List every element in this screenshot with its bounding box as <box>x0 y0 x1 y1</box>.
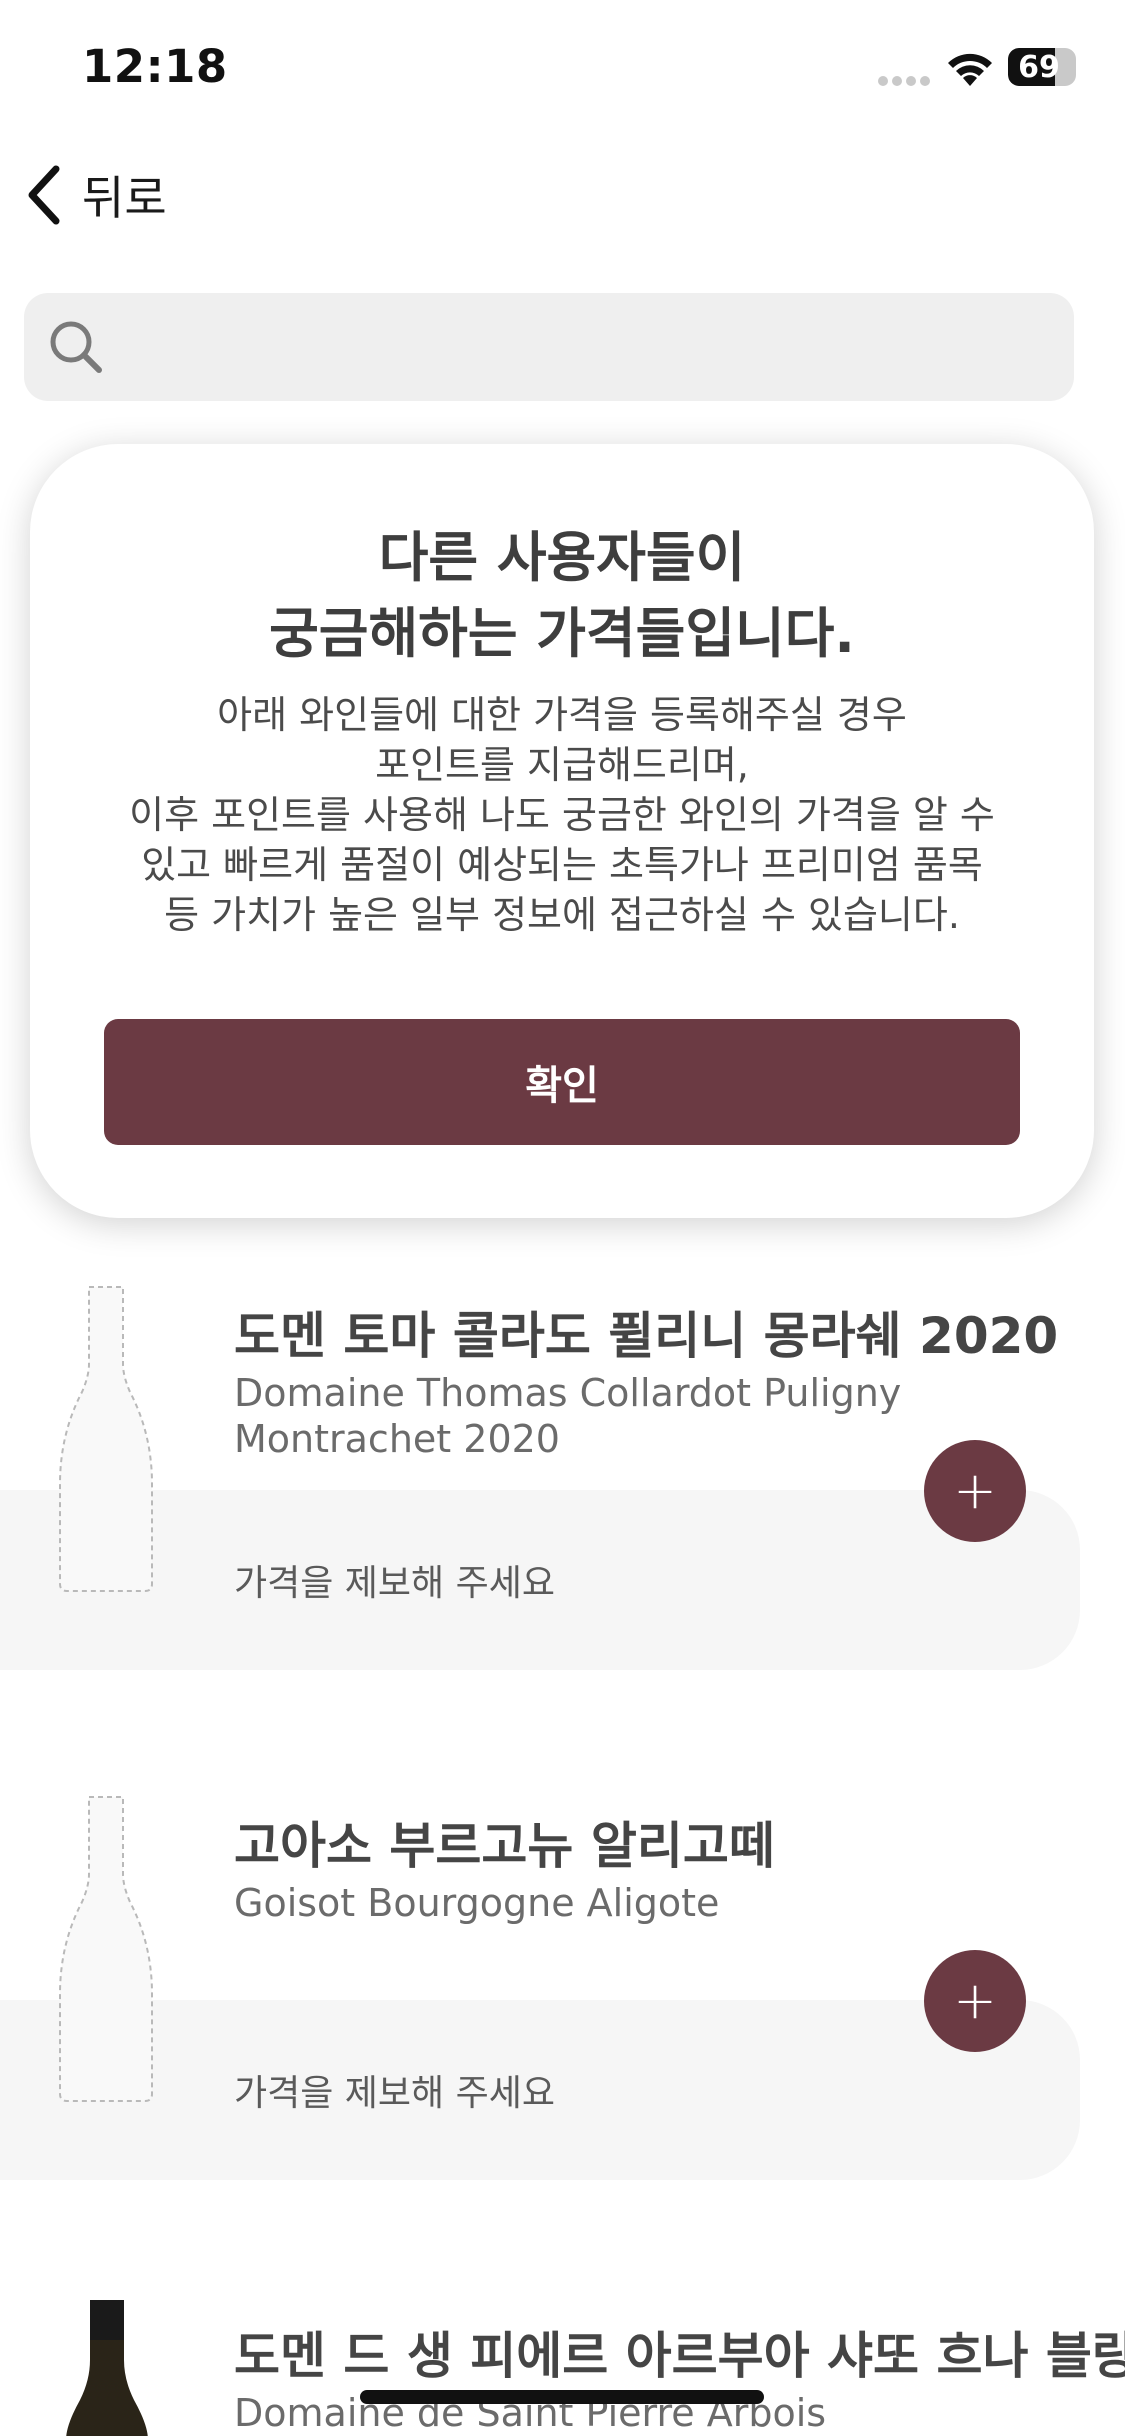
add-price-button[interactable]: + <box>924 1950 1026 2052</box>
price-prompt[interactable]: 가격을 제보해 주세요 <box>234 2064 555 2116</box>
battery-icon: 69 <box>1008 48 1076 86</box>
wine-bottle-image <box>66 2300 148 2436</box>
dialog-message-line: 있고 빠르게 품절이 예상되는 초특가나 프리미엄 품목 <box>141 843 983 887</box>
wine-name-ko: 도멘 드 생 피에르 아르부아 샤또 흐나 블랑 <box>234 2327 1125 2385</box>
search-bar[interactable] <box>24 293 1074 401</box>
dialog-message-line: 포인트를 지급해드리며, <box>375 743 749 787</box>
dialog-title: 다른 사용자들이 궁금해하는 가격들입니다. <box>30 520 1094 672</box>
search-input[interactable] <box>124 293 1044 401</box>
status-time: 12:18 <box>82 40 228 93</box>
chevron-left-icon <box>28 165 60 225</box>
price-prompt[interactable]: 가격을 제보해 주세요 <box>234 1554 555 1606</box>
wine-name-ko: 도멘 토마 콜라도 퓔리니 몽라쉐 2020 <box>234 1307 1059 1365</box>
search-icon <box>50 321 102 373</box>
dialog-message-line: 이후 포인트를 사용해 나도 궁금한 와인의 가격을 알 수 <box>129 793 995 837</box>
wine-name-en: Domaine Thomas Collardot Puligny Montrac… <box>234 1371 902 1461</box>
add-price-button[interactable]: + <box>924 1440 1026 1542</box>
dialog-message-line: 아래 와인들에 대한 가격을 등록해주실 경우 <box>217 693 907 737</box>
dialog-message-line: 등 가치가 높은 일부 정보에 접근하실 수 있습니다. <box>164 893 960 937</box>
battery-percent: 69 <box>1018 49 1060 85</box>
dialog-title-line: 다른 사용자들이 <box>378 526 746 589</box>
dialog-title-line: 궁금해하는 가격들입니다. <box>269 602 855 665</box>
back-button[interactable]: 뒤로 <box>22 160 167 230</box>
wifi-icon <box>948 53 992 86</box>
wine-bottle-placeholder-icon <box>59 1286 153 1592</box>
confirm-button[interactable]: 확인 <box>104 1019 1020 1145</box>
home-indicator[interactable] <box>360 2390 764 2404</box>
back-label: 뒤로 <box>82 171 167 225</box>
cellular-signal-icon <box>878 76 930 86</box>
wine-name-en: Goisot Bourgogne Aligote <box>234 1881 720 1925</box>
wine-name-ko: 고아소 부르고뉴 알리고떼 <box>234 1817 775 1875</box>
wine-bottle-placeholder-icon <box>59 1796 153 2102</box>
dialog-message: 아래 와인들에 대한 가격을 등록해주실 경우 포인트를 지급해드리며, 이후 … <box>70 690 1054 940</box>
info-dialog: 다른 사용자들이 궁금해하는 가격들입니다. 아래 와인들에 대한 가격을 등록… <box>30 444 1094 1218</box>
